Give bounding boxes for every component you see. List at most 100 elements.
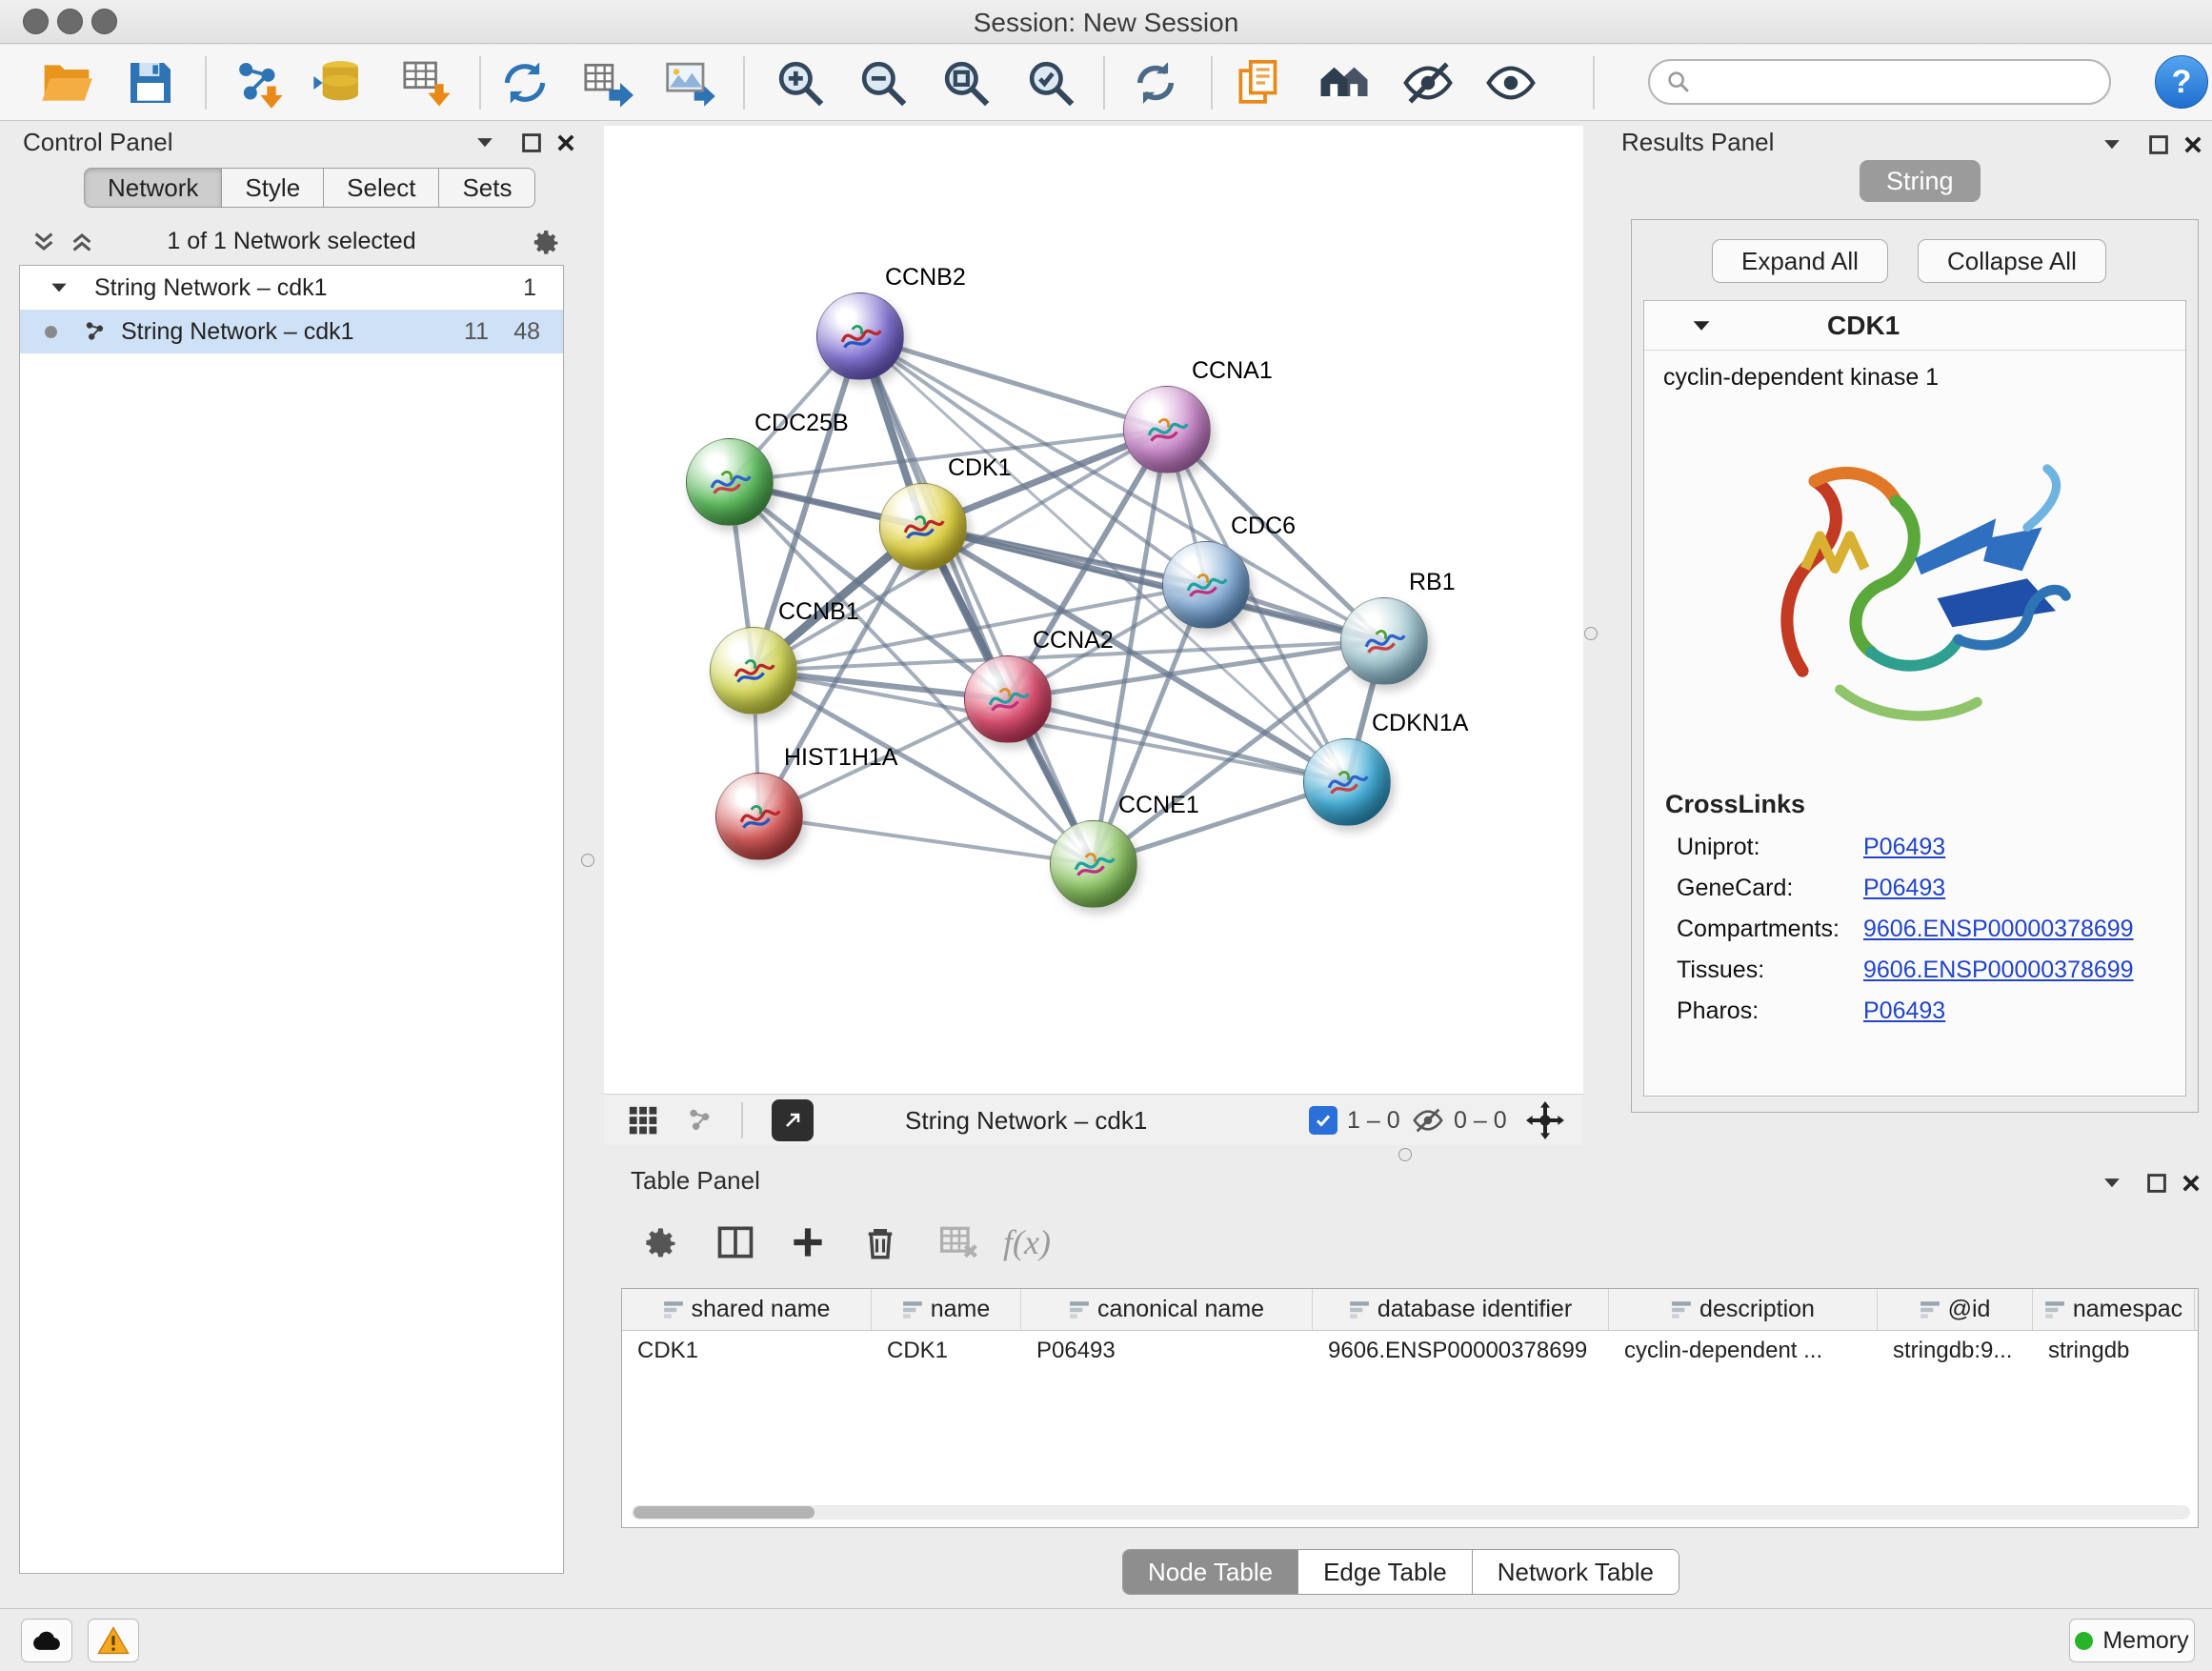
show-details-button[interactable] <box>1480 52 1541 113</box>
results-panel-close-icon[interactable] <box>2182 133 2204 163</box>
zoom-selected-button[interactable] <box>1020 52 1081 113</box>
table-options-gear-icon[interactable] <box>631 1214 688 1271</box>
zoom-fit-button[interactable] <box>935 52 996 113</box>
column-header-canonical-name[interactable]: canonical name <box>1021 1289 1313 1330</box>
network-node-cdc25b[interactable] <box>686 438 774 526</box>
crosslink-value[interactable]: 9606.ENSP00000378699 <box>1863 916 2134 943</box>
zoom-in-button[interactable] <box>770 52 831 113</box>
hidden-eye-slash-icon[interactable]: 0 – 0 <box>1412 1095 1507 1146</box>
network-canvas[interactable]: CCNB2CCNA1CDC25BCDK1CDC6RB1CCNB1CCNA2CDK… <box>604 126 1583 1094</box>
network-collection-row[interactable]: String Network – cdk1 1 <box>20 266 563 310</box>
birds-eye-share-icon[interactable] <box>686 1095 714 1146</box>
function-builder-button[interactable]: f(x) <box>998 1214 1056 1271</box>
tab-edge-table[interactable]: Edge Table <box>1297 1550 1472 1594</box>
zoom-out-button[interactable] <box>853 52 914 113</box>
open-session-button[interactable] <box>36 52 97 113</box>
save-session-button[interactable] <box>120 52 181 113</box>
search-input[interactable] <box>1701 69 2094 96</box>
network-node-ccna2[interactable] <box>964 655 1052 743</box>
add-column-icon[interactable] <box>779 1214 836 1271</box>
network-node-cdkn1a[interactable] <box>1303 738 1391 826</box>
protein-title-row[interactable]: CDK1 <box>1644 301 2185 351</box>
expand-all-button[interactable]: Expand All <box>1712 239 1888 283</box>
crosslink-value[interactable]: P06493 <box>1863 997 1945 1025</box>
column-header-name[interactable]: name <box>872 1289 1021 1330</box>
table-body: CDK1CDK1P064939606.ENSP00000378699cyclin… <box>622 1331 2198 1371</box>
warnings-button[interactable] <box>88 1619 139 1662</box>
pan-crosshair-icon[interactable] <box>1526 1095 1564 1146</box>
scrollbar-thumb[interactable] <box>633 1506 814 1519</box>
expand-all-networks-icon[interactable] <box>30 229 57 262</box>
column-header--id[interactable]: @id <box>1878 1289 2033 1330</box>
annotation-copy-button[interactable] <box>1228 52 1289 113</box>
network-edge[interactable] <box>860 336 1094 864</box>
tab-style[interactable]: Style <box>222 168 324 208</box>
vertical-splitter-handle[interactable] <box>581 854 594 867</box>
collapse-all-button[interactable]: Collapse All <box>1918 239 2106 283</box>
export-image-button[interactable] <box>659 52 720 113</box>
delete-table-icon[interactable] <box>930 1214 987 1271</box>
network-node-ccne1[interactable] <box>1050 820 1137 908</box>
column-header-namespac[interactable]: namespac <box>2033 1289 2195 1330</box>
control-panel-close-icon[interactable] <box>554 131 577 161</box>
column-header-description[interactable]: description <box>1609 1289 1878 1330</box>
tab-select[interactable]: Select <box>324 168 439 208</box>
network-edge[interactable] <box>860 336 1167 430</box>
table-row[interactable]: CDK1CDK1P064939606.ENSP00000378699cyclin… <box>622 1331 2198 1371</box>
help-button[interactable]: ? <box>2155 55 2208 109</box>
import-table-button[interactable] <box>395 52 456 113</box>
export-table-button[interactable] <box>576 52 637 113</box>
table-panel-close-icon[interactable] <box>2180 1172 2202 1201</box>
crosslink-value[interactable]: P06493 <box>1863 875 1945 902</box>
selected-checkbox-icon[interactable]: 1 – 0 <box>1309 1095 1400 1146</box>
memory-button[interactable]: Memory <box>2069 1619 2195 1662</box>
network-node-cdk1[interactable] <box>879 483 967 571</box>
tab-node-table[interactable]: Node Table <box>1123 1550 1297 1594</box>
refresh-layout-button[interactable] <box>1125 52 1186 113</box>
import-network-file-button[interactable] <box>228 52 289 113</box>
table-horizontal-scrollbar[interactable] <box>632 1505 2190 1520</box>
toolbar-separator <box>1593 56 1595 110</box>
control-panel-float-icon[interactable] <box>520 131 543 161</box>
horizontal-splitter-handle[interactable] <box>1398 1148 1412 1161</box>
right-splitter-handle[interactable] <box>1584 627 1598 640</box>
crosslink-value[interactable]: P06493 <box>1863 834 1945 861</box>
tab-string[interactable]: String <box>1860 160 1981 202</box>
network-row-selected[interactable]: String Network – cdk1 11 48 <box>20 310 563 353</box>
refresh-icon <box>1129 56 1182 110</box>
network-node-rb1[interactable] <box>1340 597 1428 685</box>
network-options-gear-icon[interactable] <box>528 225 562 266</box>
section-collapse-icon[interactable] <box>1690 314 1713 337</box>
import-network-icon <box>231 56 285 110</box>
cloud-status-button[interactable] <box>21 1619 72 1662</box>
results-panel-float-icon[interactable] <box>2147 133 2170 163</box>
manage-columns-icon[interactable] <box>707 1214 764 1271</box>
tab-network-table[interactable]: Network Table <box>1472 1550 1679 1594</box>
network-node-cdc6[interactable] <box>1162 541 1250 629</box>
tree-expand-icon[interactable] <box>49 277 70 298</box>
results-panel-collapse-icon[interactable] <box>2100 131 2124 163</box>
hide-details-button[interactable] <box>1398 52 1458 113</box>
export-network-button[interactable] <box>494 52 555 113</box>
protein-thumbnail <box>835 317 885 355</box>
network-node-ccnb2[interactable] <box>816 292 904 380</box>
collapse-all-networks-icon[interactable] <box>69 229 95 262</box>
crosslink-value[interactable]: 9606.ENSP00000378699 <box>1863 956 2134 984</box>
table-panel-float-icon[interactable] <box>2145 1172 2168 1201</box>
home-view-button[interactable] <box>1314 52 1375 113</box>
control-panel-collapse-icon[interactable] <box>473 130 497 161</box>
network-edge[interactable] <box>759 816 1094 864</box>
results-panel: Results Panel String Expand All Collapse… <box>1608 126 2212 1155</box>
open-in-window-button[interactable] <box>772 1095 814 1146</box>
network-node-ccnb1[interactable] <box>710 627 797 715</box>
column-header-database-identifier[interactable]: database identifier <box>1313 1289 1609 1330</box>
delete-column-icon[interactable] <box>852 1214 909 1271</box>
network-node-ccna1[interactable] <box>1123 386 1211 473</box>
column-header-shared-name[interactable]: shared name <box>622 1289 872 1330</box>
import-network-database-button[interactable] <box>308 52 369 113</box>
network-node-hist1h1a[interactable] <box>715 773 803 860</box>
grid-view-icon[interactable] <box>627 1095 659 1146</box>
table-panel-collapse-icon[interactable] <box>2100 1170 2124 1201</box>
tab-network[interactable]: Network <box>84 168 222 208</box>
tab-sets[interactable]: Sets <box>439 168 535 208</box>
